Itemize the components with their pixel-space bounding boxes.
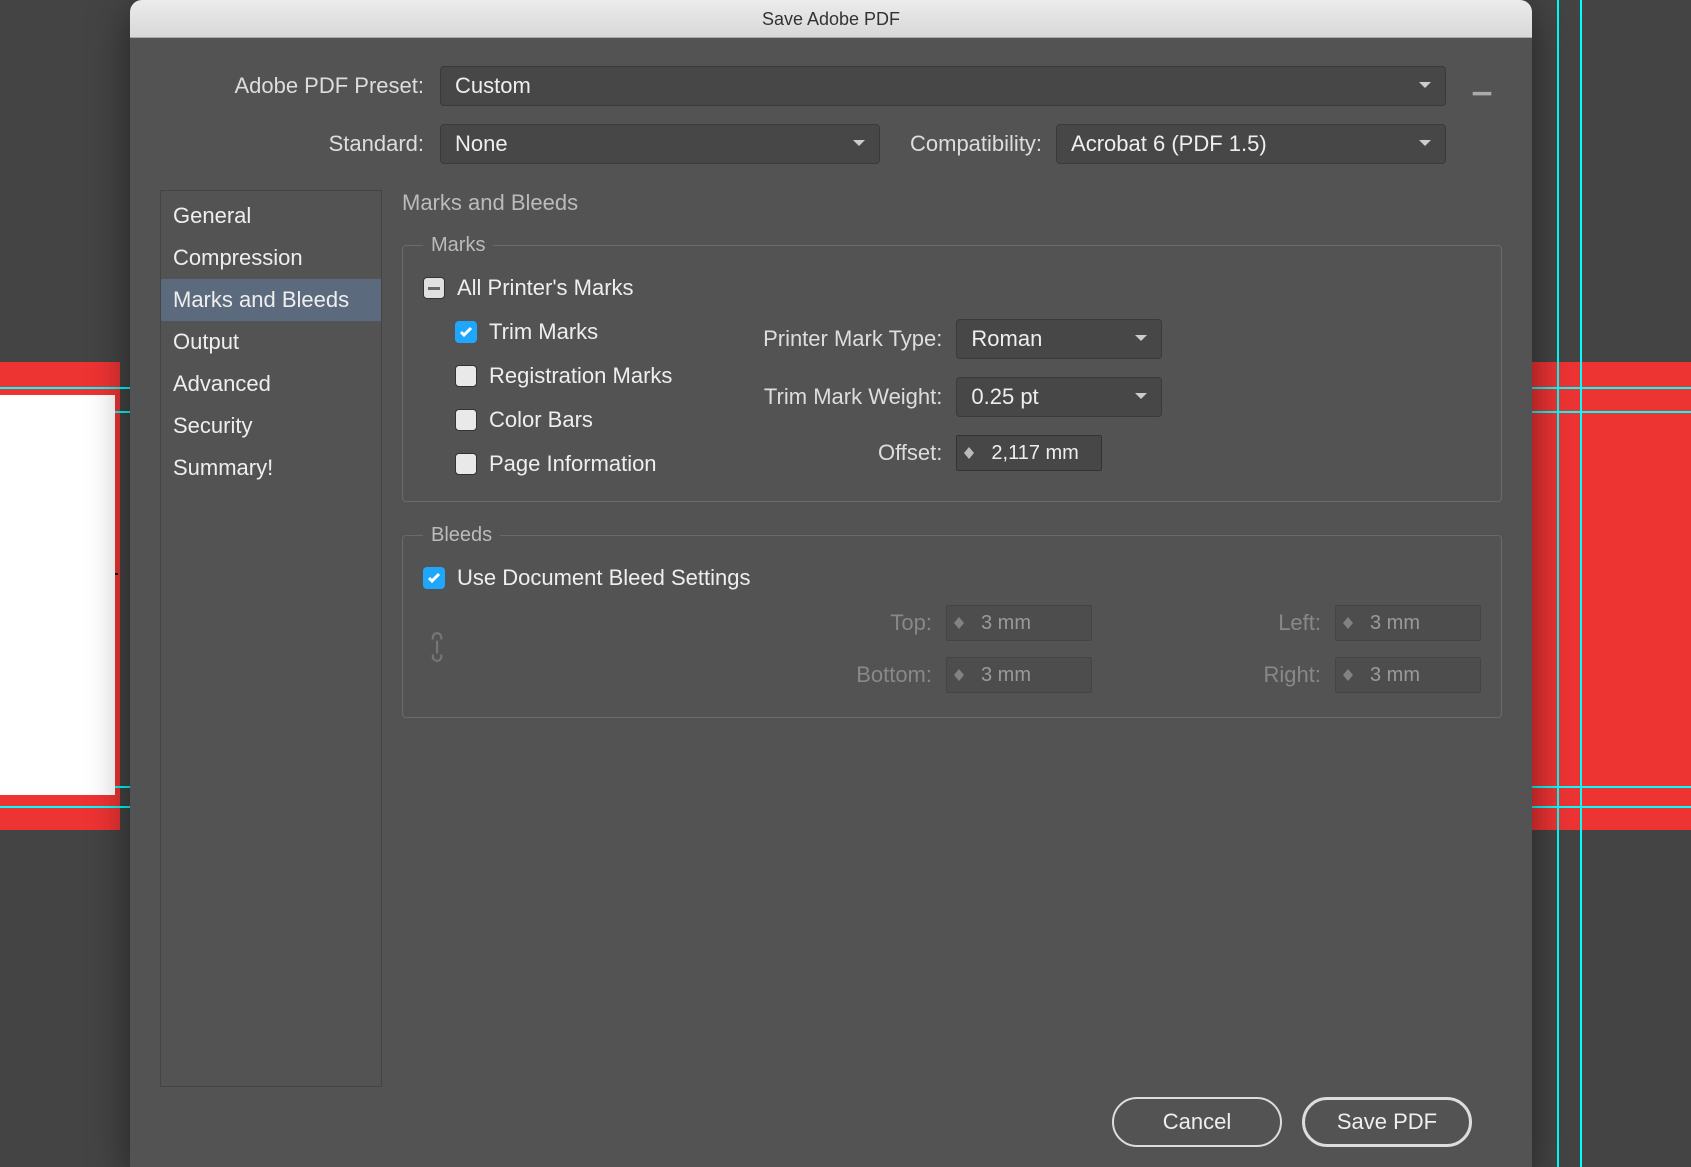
offset-stepper[interactable]	[957, 447, 981, 459]
bleed-left-label: Left:	[1201, 610, 1321, 636]
offset-label: Offset:	[712, 440, 942, 466]
sidebar-item-summary[interactable]: Summary!	[161, 447, 381, 489]
marks-legend: Marks	[423, 234, 493, 257]
trim-mark-weight-select[interactable]: 0.25 pt	[956, 377, 1162, 417]
bg-bleed-right	[1531, 362, 1691, 830]
sidebar-item-output[interactable]: Output	[161, 321, 381, 363]
cancel-button[interactable]: Cancel	[1112, 1097, 1282, 1147]
trim-marks-label: Trim Marks	[489, 319, 598, 345]
all-printers-marks-label: All Printer's Marks	[457, 275, 634, 301]
bleed-right-input: 3 mm	[1335, 657, 1481, 693]
page-information-label: Page Information	[489, 451, 657, 477]
chevron-down-icon	[1417, 131, 1433, 157]
compatibility-label: Compatibility:	[910, 131, 1056, 157]
trim-marks-checkbox[interactable]	[455, 321, 477, 343]
stepper-icon	[947, 669, 971, 681]
save-pdf-dialog: Save Adobe PDF Adobe PDF Preset: Custom …	[130, 0, 1532, 1167]
sidebar-item-general[interactable]: General	[161, 195, 381, 237]
registration-marks-label: Registration Marks	[489, 363, 672, 389]
standard-select[interactable]: None	[440, 124, 880, 164]
registration-marks-checkbox[interactable]	[455, 365, 477, 387]
standard-label: Standard:	[160, 131, 440, 157]
bleed-left-input: 3 mm	[1335, 605, 1481, 641]
printer-mark-type-select[interactable]: Roman	[956, 319, 1162, 359]
panel-title: Marks and Bleeds	[402, 190, 1502, 216]
printer-mark-type-label: Printer Mark Type:	[712, 326, 942, 352]
standard-value: None	[455, 131, 508, 157]
offset-input[interactable]: 2,117 mm	[956, 435, 1102, 471]
sidebar-item-marks-and-bleeds[interactable]: Marks and Bleeds	[161, 279, 381, 321]
guide-line	[1580, 0, 1582, 1167]
preset-select[interactable]: Custom	[440, 66, 1446, 106]
stepper-icon	[1336, 669, 1360, 681]
chevron-down-icon	[1417, 73, 1433, 99]
compatibility-value: Acrobat 6 (PDF 1.5)	[1071, 131, 1267, 157]
compatibility-select[interactable]: Acrobat 6 (PDF 1.5)	[1056, 124, 1446, 164]
category-sidebar: General Compression Marks and Bleeds Out…	[160, 190, 382, 1087]
bleeds-legend: Bleeds	[423, 524, 500, 547]
use-document-bleed-checkbox[interactable]	[423, 567, 445, 589]
bg-card-left	[0, 395, 115, 795]
dialog-title: Save Adobe PDF	[762, 9, 900, 29]
bleed-top-label: Top:	[812, 610, 932, 636]
bleeds-group: Bleeds Use Document Bleed Settings Top: …	[402, 524, 1502, 718]
bleed-right-label: Right:	[1201, 662, 1321, 688]
save-pdf-button[interactable]: Save PDF	[1302, 1097, 1472, 1147]
use-document-bleed-label: Use Document Bleed Settings	[457, 565, 751, 591]
guide-line	[1557, 0, 1559, 1167]
chevron-down-icon	[1133, 384, 1149, 410]
color-bars-checkbox[interactable]	[455, 409, 477, 431]
page-information-checkbox[interactable]	[455, 453, 477, 475]
preset-label: Adobe PDF Preset:	[160, 73, 440, 99]
all-printers-marks-checkbox[interactable]	[423, 277, 445, 299]
sidebar-item-advanced[interactable]: Advanced	[161, 363, 381, 405]
stepper-icon	[1336, 617, 1360, 629]
marks-group: Marks All Printer's Marks Trim Marks	[402, 234, 1502, 502]
bleed-bottom-label: Bottom:	[812, 662, 932, 688]
bleed-bottom-input: 3 mm	[946, 657, 1092, 693]
trim-mark-weight-label: Trim Mark Weight:	[712, 384, 942, 410]
chevron-down-icon	[1133, 326, 1149, 352]
color-bars-label: Color Bars	[489, 407, 593, 433]
sidebar-item-compression[interactable]: Compression	[161, 237, 381, 279]
sidebar-item-security[interactable]: Security	[161, 405, 381, 447]
bleed-top-input: 3 mm	[946, 605, 1092, 641]
stepper-icon	[947, 617, 971, 629]
chevron-down-icon	[851, 131, 867, 157]
preset-value: Custom	[455, 73, 531, 99]
dialog-titlebar: Save Adobe PDF	[130, 0, 1532, 38]
save-preset-icon[interactable]	[1462, 66, 1502, 106]
link-bleeds-icon	[423, 631, 782, 668]
